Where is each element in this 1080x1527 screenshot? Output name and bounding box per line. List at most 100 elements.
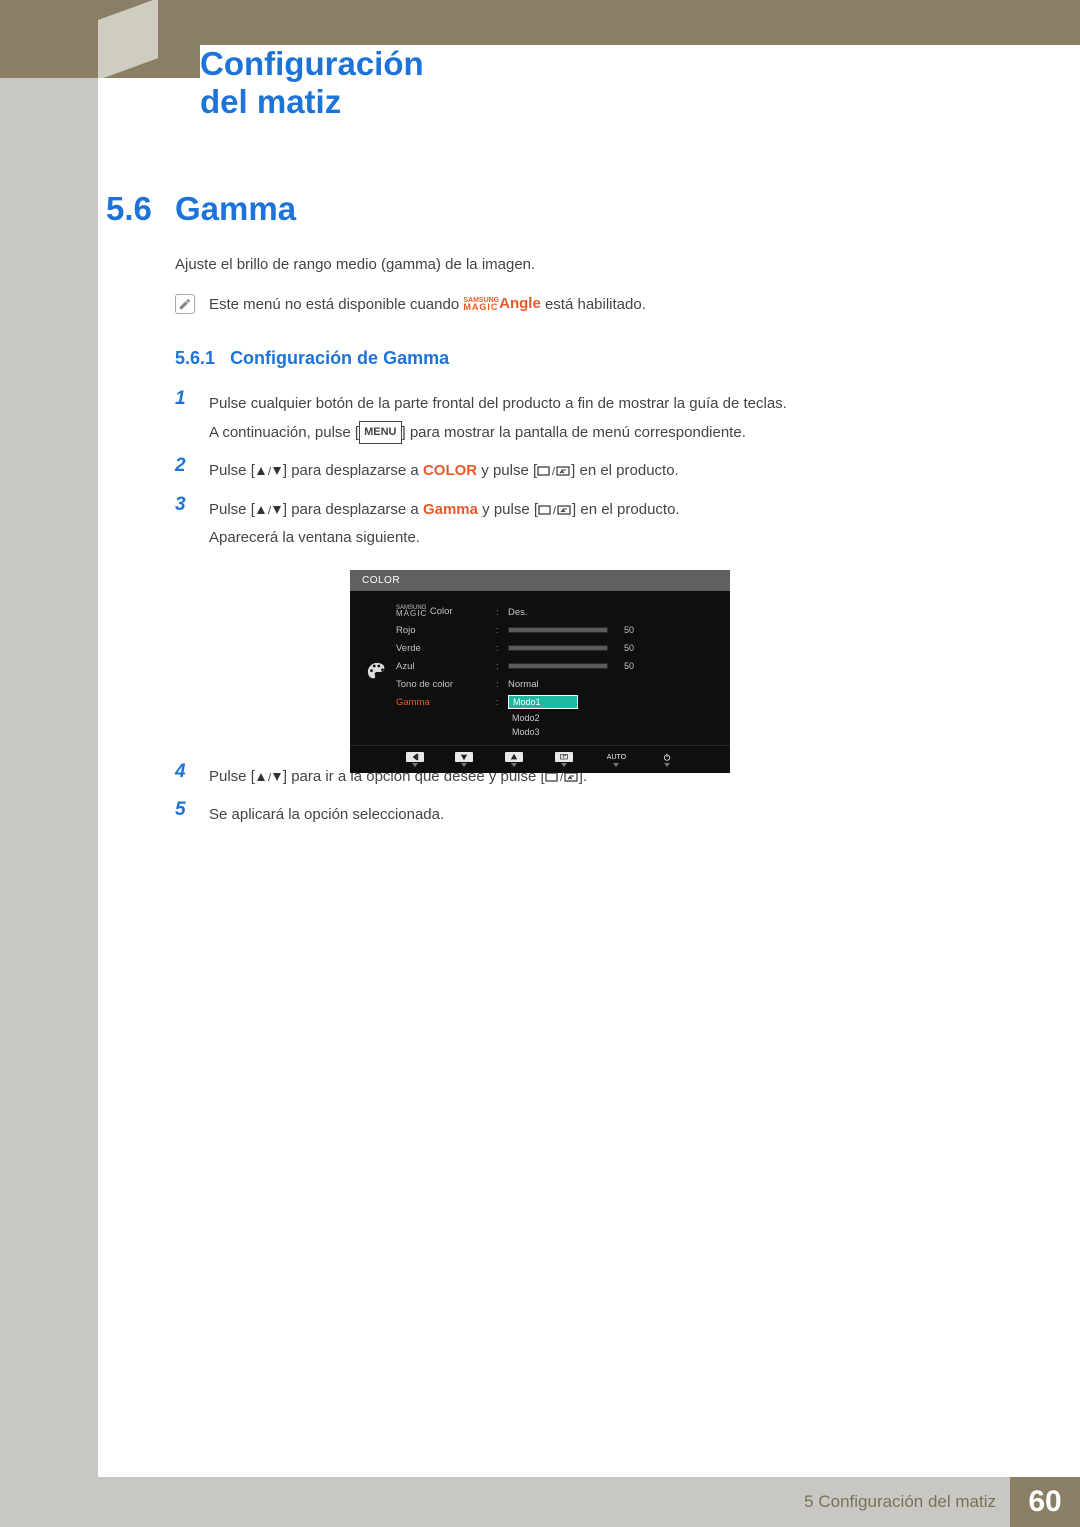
palette-icon bbox=[366, 661, 388, 688]
osd-gamma-option: Modo2 bbox=[508, 712, 578, 724]
osd-row-tone: Tono de color : Normal bbox=[396, 675, 718, 693]
note-prefix: Este menú no está disponible cuando bbox=[209, 296, 463, 313]
footer-chapter: 5 Configuración del matiz bbox=[790, 1477, 1010, 1527]
osd-footer-enter-icon bbox=[555, 752, 573, 767]
footer-bg bbox=[0, 1477, 790, 1527]
step1-post: ] para mostrar la pantalla de menú corre… bbox=[402, 424, 746, 441]
section-title: Gamma bbox=[175, 190, 296, 228]
svg-text:/: / bbox=[552, 466, 556, 477]
step-text: Se aplicará la opción seleccionada. bbox=[209, 799, 444, 830]
source-enter-icon: / bbox=[538, 504, 572, 516]
step1-line1: Pulse cualquier botón de la parte fronta… bbox=[209, 395, 787, 412]
osd-gamma-options: Modo1 bbox=[508, 695, 578, 709]
gamma-word: Gamma bbox=[423, 501, 478, 518]
step-number: 2 bbox=[175, 455, 195, 477]
t: ] en el producto. bbox=[571, 462, 679, 479]
intro-text: Ajuste el brillo de rango medio (gamma) … bbox=[175, 256, 535, 273]
step3-after: Aparecerá la ventana siguiente. bbox=[209, 529, 420, 546]
osd-label: Tono de color bbox=[396, 679, 496, 690]
osd-label-gamma: Gamma bbox=[396, 697, 496, 708]
osd-window: COLOR SAMSUNGMAGIC Color : Des. Rojo : 5… bbox=[350, 570, 730, 773]
step-number: 5 bbox=[175, 799, 195, 821]
osd-icon-column bbox=[362, 603, 392, 745]
osd-slider: 50 bbox=[508, 625, 718, 635]
note-row: Este menú no está disponible cuando SAMS… bbox=[175, 294, 646, 314]
left-margin-bar bbox=[0, 0, 98, 1527]
t: Pulse [ bbox=[209, 501, 255, 518]
page-footer: 5 Configuración del matiz 60 bbox=[0, 1477, 1080, 1527]
step-3: 3 Pulse [ / ] para desplazarse a Gamma y p… bbox=[175, 494, 975, 553]
up-down-arrow-icon: / bbox=[255, 771, 283, 783]
footer-page-number: 60 bbox=[1010, 1477, 1080, 1527]
step1-pre: A continuación, pulse [ bbox=[209, 424, 359, 441]
svg-text:/: / bbox=[560, 772, 564, 783]
samsung-magic-angle-brand: SAMSUNGMAGIC bbox=[463, 299, 499, 310]
angle-word: Angle bbox=[499, 299, 541, 310]
osd-value: Normal bbox=[508, 679, 718, 690]
t: ] para desplazarse a bbox=[283, 462, 423, 479]
osd-row-gamma-opt2: Modo2 bbox=[396, 711, 718, 725]
osd-gamma-option-selected: Modo1 bbox=[508, 695, 578, 709]
t: Pulse [ bbox=[209, 462, 255, 479]
step-text: Pulse cualquier botón de la parte fronta… bbox=[209, 388, 787, 447]
note-text: Este menú no está disponible cuando SAMS… bbox=[209, 296, 646, 313]
osd-footer-down-icon bbox=[455, 752, 473, 767]
step-2: 2 Pulse [ / ] para desplazarse a COLOR y p… bbox=[175, 455, 975, 486]
note-pencil-icon bbox=[175, 294, 195, 314]
osd-footer-auto: AUTO bbox=[604, 752, 628, 767]
osd-slider-value: 50 bbox=[614, 661, 634, 671]
osd-label: Verde bbox=[396, 643, 496, 654]
step-number: 1 bbox=[175, 388, 195, 410]
osd-slider-value: 50 bbox=[614, 625, 634, 635]
chapter-title: Configuración del matiz bbox=[200, 45, 1080, 81]
osd-label: Azul bbox=[396, 661, 496, 672]
t: ] en el producto. bbox=[572, 501, 680, 518]
osd-footer-power-icon bbox=[660, 752, 674, 767]
subsection-title: Configuración de Gamma bbox=[230, 348, 449, 368]
step-1: 1 Pulse cualquier botón de la parte fron… bbox=[175, 388, 975, 447]
osd-row-rojo: Rojo : 50 bbox=[396, 621, 718, 639]
svg-text:/: / bbox=[268, 772, 272, 783]
step-number: 4 bbox=[175, 761, 195, 783]
osd-row-gamma: Gamma : Modo1 bbox=[396, 693, 718, 711]
up-down-arrow-icon: / bbox=[255, 465, 283, 477]
step-text: Pulse [ / ] para desplazarse a COLOR y pul… bbox=[209, 455, 679, 486]
subsection-heading: 5.6.1 Configuración de Gamma bbox=[175, 348, 449, 369]
osd-footer: AUTO bbox=[350, 745, 730, 773]
osd-gamma-option: Modo3 bbox=[508, 726, 578, 738]
osd-row-gamma-opt3: Modo3 bbox=[396, 725, 718, 739]
section-number: 5.6 bbox=[106, 190, 152, 228]
osd-value: Des. bbox=[508, 607, 718, 618]
osd-row-verde: Verde : 50 bbox=[396, 639, 718, 657]
osd-auto-label: AUTO bbox=[604, 752, 628, 762]
osd-slider: 50 bbox=[508, 661, 718, 671]
svg-text:/: / bbox=[268, 466, 272, 477]
t: y pulse [ bbox=[478, 501, 538, 518]
t: y pulse [ bbox=[477, 462, 537, 479]
osd-slider: 50 bbox=[508, 643, 718, 653]
osd-title: COLOR bbox=[350, 570, 730, 591]
osd-slider-value: 50 bbox=[614, 643, 634, 653]
osd-body: SAMSUNGMAGIC Color : Des. Rojo : 50 Verd… bbox=[350, 591, 730, 745]
osd-label: Rojo bbox=[396, 625, 496, 636]
osd-row-magic-color: SAMSUNGMAGIC Color : Des. bbox=[396, 603, 718, 621]
magic-color-word: Color bbox=[427, 607, 452, 618]
svg-text:/: / bbox=[553, 505, 557, 516]
subsection-number: 5.6.1 bbox=[175, 348, 215, 368]
t: Pulse [ bbox=[209, 768, 255, 785]
osd-footer-back-icon bbox=[406, 752, 424, 767]
step-5: 5 Se aplicará la opción seleccionada. bbox=[175, 799, 975, 830]
magic-brand-small: SAMSUNGMAGIC bbox=[396, 606, 427, 617]
osd-footer-up-icon bbox=[505, 752, 523, 767]
step-number: 3 bbox=[175, 494, 195, 516]
note-suffix: está habilitado. bbox=[541, 296, 646, 313]
t: ] para desplazarse a bbox=[283, 501, 423, 518]
osd-list: SAMSUNGMAGIC Color : Des. Rojo : 50 Verd… bbox=[396, 603, 718, 745]
menu-button-label: MENU bbox=[359, 421, 401, 444]
up-down-arrow-icon: / bbox=[255, 504, 283, 516]
osd-label: SAMSUNGMAGIC Color bbox=[396, 606, 496, 617]
svg-text:/: / bbox=[268, 505, 272, 516]
color-word: COLOR bbox=[423, 462, 477, 479]
step-text: Pulse [ / ] para desplazarse a Gamma y pul… bbox=[209, 494, 680, 553]
osd-row-azul: Azul : 50 bbox=[396, 657, 718, 675]
